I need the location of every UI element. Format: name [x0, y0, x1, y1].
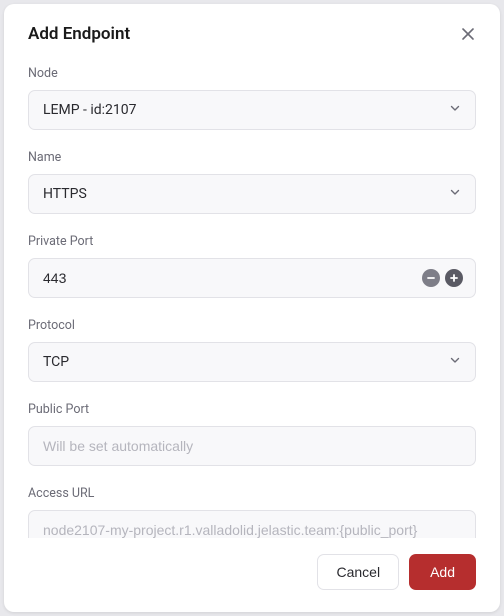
dialog-body: Node LEMP - id:2107 Name HTTPS [4, 58, 500, 538]
protocol-select[interactable]: TCP [28, 342, 476, 382]
private-port-stepper [28, 258, 476, 298]
public-port-control [28, 426, 476, 466]
name-select-value: HTTPS [43, 186, 87, 202]
private-port-label: Private Port [28, 234, 476, 249]
field-protocol: Protocol TCP [28, 318, 476, 382]
add-endpoint-dialog: Add Endpoint Node LEMP - id:2107 Name [4, 4, 500, 612]
node-select[interactable]: LEMP - id:2107 [28, 90, 476, 130]
field-name: Name HTTPS [28, 150, 476, 214]
protocol-select-value: TCP [43, 354, 69, 370]
chevron-down-icon [449, 354, 461, 370]
field-access-url: Access URL [28, 486, 476, 538]
field-node: Node LEMP - id:2107 [28, 66, 476, 130]
chevron-down-icon [449, 186, 461, 202]
node-select-value: LEMP - id:2107 [43, 102, 137, 118]
public-port-input [29, 427, 475, 465]
close-icon[interactable] [460, 26, 476, 42]
field-public-port: Public Port [28, 402, 476, 466]
cancel-button[interactable]: Cancel [317, 554, 399, 590]
decrement-button[interactable] [422, 269, 440, 287]
field-private-port: Private Port [28, 234, 476, 298]
node-label: Node [28, 66, 476, 81]
protocol-label: Protocol [28, 318, 476, 333]
access-url-control [28, 510, 476, 538]
chevron-down-icon [449, 102, 461, 118]
name-select[interactable]: HTTPS [28, 174, 476, 214]
dialog-title: Add Endpoint [28, 24, 130, 44]
private-port-input[interactable] [29, 259, 422, 297]
dialog-footer: Cancel Add [4, 538, 500, 612]
dialog-header: Add Endpoint [4, 4, 500, 58]
access-url-input [29, 511, 475, 538]
add-button[interactable]: Add [409, 554, 476, 590]
stepper-buttons [422, 269, 475, 287]
increment-button[interactable] [445, 269, 463, 287]
access-url-label: Access URL [28, 486, 476, 501]
public-port-label: Public Port [28, 402, 476, 417]
name-label: Name [28, 150, 476, 165]
